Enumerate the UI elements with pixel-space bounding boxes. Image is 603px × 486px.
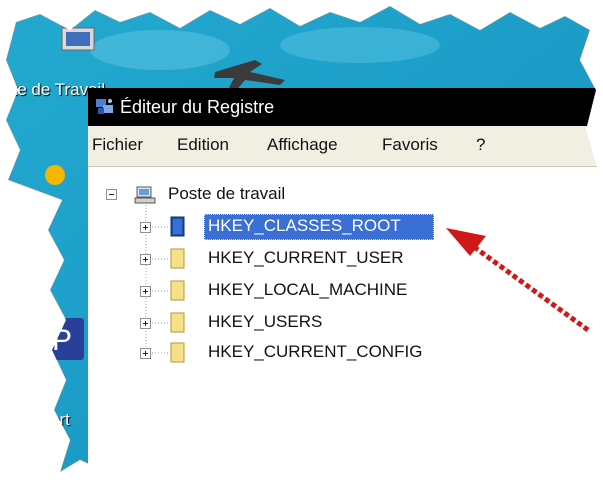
screenshot-paper: P ste de Travail iew ort Éditeur du Regi… xyxy=(0,0,603,486)
torn-edge-overlay xyxy=(0,0,603,486)
